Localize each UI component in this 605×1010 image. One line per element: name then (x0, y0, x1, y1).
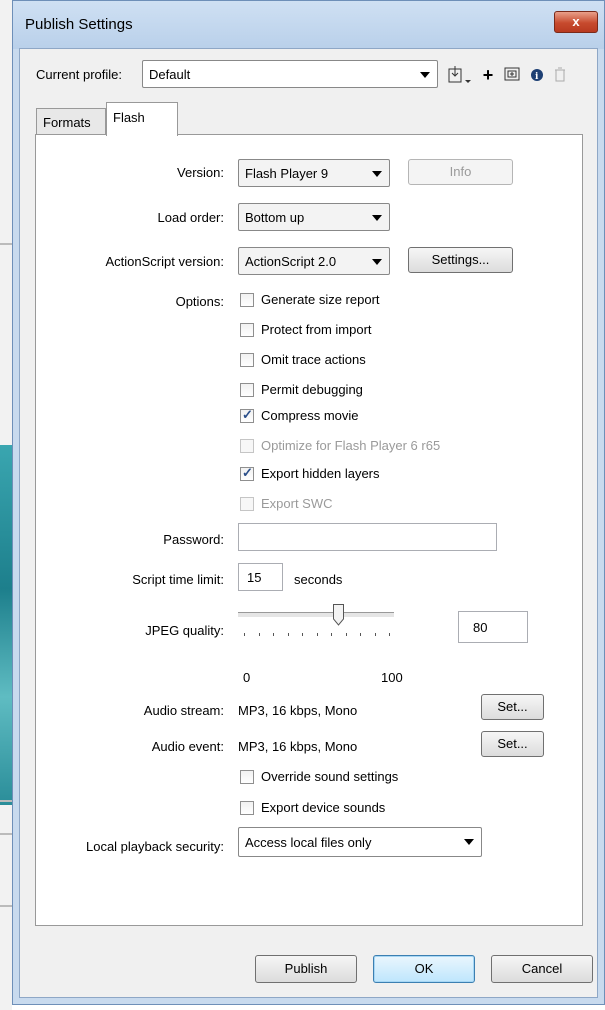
actionscript-version-value: ActionScript 2.0 (245, 254, 337, 269)
seconds-label: seconds (294, 572, 343, 587)
desktop-background (0, 0, 12, 1010)
version-value: Flash Player 9 (245, 166, 329, 181)
window-title: Publish Settings (25, 16, 133, 33)
load-order-select[interactable]: Bottom up (238, 203, 390, 231)
option-label: Export hidden layers (261, 466, 380, 481)
jpeg-quality-input[interactable]: 80 (458, 611, 528, 643)
current-profile-value: Default (149, 67, 191, 82)
audio-stream-value: MP3, 16 kbps, Mono (238, 703, 358, 718)
option-checkbox (240, 439, 254, 453)
version-label: Version: (177, 165, 224, 180)
slider-tick (345, 633, 347, 636)
audio-stream-label: Audio stream: (143, 703, 224, 718)
import-profile-icon[interactable] (445, 64, 475, 86)
local-playback-security-label: Local playback security: (85, 839, 224, 854)
local-playback-security-select[interactable]: Access local files only (238, 827, 482, 857)
option-label: Generate size report (261, 292, 380, 307)
close-icon: x (572, 14, 580, 29)
desktop-line (0, 905, 12, 907)
option-label: Omit trace actions (261, 352, 366, 367)
option-label: Protect from import (261, 322, 372, 337)
actionscript-settings-button[interactable]: Settings... (408, 247, 513, 273)
desktop-wallpaper (0, 445, 12, 805)
slider-tick (302, 633, 303, 636)
ok-button[interactable]: OK (373, 955, 475, 983)
slider-tick (244, 633, 245, 636)
add-profile-icon[interactable]: + (478, 64, 498, 86)
export-device-sounds-label: Export device sounds (261, 800, 386, 815)
info-button[interactable]: Info (408, 159, 513, 185)
chevron-down-icon (372, 171, 382, 177)
chevron-down-icon (372, 215, 382, 221)
option-label: Optimize for Flash Player 6 r65 (261, 438, 441, 453)
slider-tick (258, 633, 260, 636)
checkmark-icon: ✓ (242, 407, 253, 422)
jpeg-quality-min-label: 0 (243, 670, 251, 685)
jpeg-quality-slider-track[interactable] (238, 612, 394, 618)
slider-tick (360, 633, 361, 636)
load-order-value: Bottom up (245, 210, 305, 225)
option-checkbox[interactable] (240, 353, 254, 367)
option-checkbox (240, 497, 254, 511)
script-time-limit-input[interactable]: 15 (238, 563, 283, 591)
publish-button[interactable]: Publish (255, 955, 357, 983)
password-label: Password: (163, 532, 224, 547)
slider-tick (316, 633, 318, 636)
desktop-line (0, 243, 12, 245)
audio-event-value: MP3, 16 kbps, Mono (238, 739, 358, 754)
profile-info-icon[interactable]: i (527, 64, 547, 86)
cancel-button[interactable]: Cancel (491, 955, 593, 983)
option-label: Permit debugging (261, 382, 363, 397)
option-checkbox[interactable] (240, 383, 254, 397)
export-device-sounds-checkbox[interactable] (240, 801, 254, 815)
title-bar[interactable]: Publish Settings x (13, 1, 604, 49)
option-label: Compress movie (261, 408, 359, 423)
slider-tick (389, 633, 390, 636)
options-label: Options: (175, 294, 224, 309)
slider-tick (287, 633, 289, 636)
audio-stream-set-button[interactable]: Set... (481, 694, 544, 720)
close-button[interactable]: x (554, 11, 598, 33)
jpeg-quality-label: JPEG quality: (145, 623, 224, 638)
script-time-limit-label: Script time limit: (132, 572, 224, 587)
current-profile-select[interactable]: Default (142, 60, 438, 88)
delete-profile-icon[interactable] (550, 64, 570, 86)
checkmark-icon: ✓ (242, 465, 253, 480)
password-input[interactable] (238, 523, 497, 551)
current-profile-label: Current profile: (36, 67, 122, 82)
audio-event-label: Audio event: (151, 739, 224, 754)
chevron-down-icon (420, 72, 430, 78)
jpeg-quality-slider-thumb[interactable] (332, 604, 344, 626)
version-select[interactable]: Flash Player 9 (238, 159, 390, 187)
slider-tick (273, 633, 274, 636)
tab-flash[interactable]: Flash (106, 102, 178, 136)
desktop-line (0, 800, 12, 802)
override-sound-settings-checkbox[interactable] (240, 770, 254, 784)
local-playback-security-value: Access local files only (245, 835, 372, 850)
tab-formats[interactable]: Formats (36, 108, 106, 136)
chevron-down-icon (372, 259, 382, 265)
audio-event-set-button[interactable]: Set... (481, 731, 544, 757)
load-order-label: Load order: (157, 210, 225, 225)
option-checkbox[interactable] (240, 323, 254, 337)
option-checkbox[interactable]: ✓ (240, 465, 254, 481)
slider-tick (331, 633, 332, 636)
option-label: Export SWC (261, 496, 333, 511)
tab-formats-label: Formats (43, 115, 91, 130)
actionscript-version-label: ActionScript version: (105, 254, 225, 269)
slider-tick (374, 633, 376, 636)
duplicate-profile-icon[interactable] (500, 64, 524, 86)
option-checkbox[interactable] (240, 293, 254, 307)
override-sound-settings-label: Override sound settings (261, 769, 399, 784)
svg-text:i: i (535, 72, 539, 82)
jpeg-quality-max-label: 100 (381, 670, 403, 685)
option-checkbox[interactable]: ✓ (240, 407, 254, 423)
actionscript-version-select[interactable]: ActionScript 2.0 (238, 247, 390, 275)
tab-flash-label: Flash (113, 110, 145, 125)
chevron-down-icon (464, 839, 474, 845)
desktop-line (0, 833, 12, 835)
